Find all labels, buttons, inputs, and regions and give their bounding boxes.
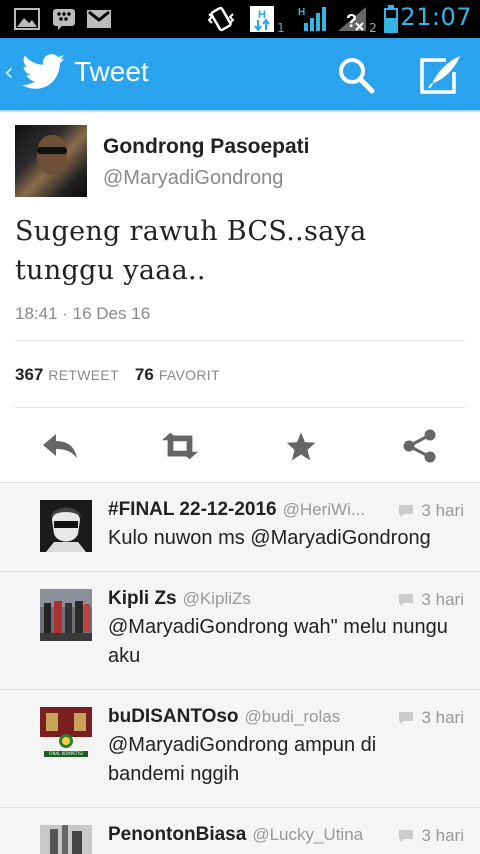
avatar[interactable] <box>40 500 92 552</box>
avatar[interactable] <box>40 589 92 641</box>
gmail-icon <box>86 5 112 33</box>
avatar[interactable]: FINAL KOMPETISI <box>40 707 92 759</box>
no-signal-icon: ? <box>336 5 368 33</box>
twitter-bird-icon[interactable] <box>21 54 66 90</box>
search-icon[interactable] <box>336 56 376 96</box>
network-type-label: H <box>258 9 266 21</box>
replies-list: #FINAL 22-12-2016 @HeriWi... 3 hari Kulo … <box>0 482 480 854</box>
tweet-text: Sugeng rawuh BCS..saya tunggu yaaa.. <box>15 216 367 286</box>
reply-time-label: 3 hari <box>421 501 464 520</box>
list-item[interactable]: PenontonBiasa @Lucky_Utina 3 hari <box>0 808 480 854</box>
retweet-icon[interactable] <box>160 426 200 466</box>
avatar[interactable] <box>40 825 92 854</box>
avatar-face <box>37 135 67 175</box>
download-icon: H <box>250 5 274 33</box>
reply-author: buDISANTOso @budi_rolas <box>108 706 340 728</box>
reply-bubble-icon <box>399 594 414 606</box>
reply-time-label: 3 hari <box>421 708 464 727</box>
retweet-count[interactable]: 367 <box>15 365 43 385</box>
reply-time: 3 hari <box>397 590 464 610</box>
reply-bubble-icon <box>399 830 414 842</box>
action-bar-shadow <box>0 110 480 113</box>
avatar-glasses <box>37 147 67 154</box>
reply-time: 3 hari <box>397 708 464 728</box>
reply-author-handle: @budi_rolas <box>244 707 341 726</box>
bbm-icon <box>52 5 76 33</box>
network-type-label-2: H <box>298 7 305 18</box>
list-item[interactable]: #FINAL 22-12-2016 @HeriWi... 3 hari Kulo … <box>0 483 480 572</box>
retweet-label[interactable]: RETWEET <box>48 367 119 383</box>
reply-author: #FINAL 22-12-2016 @HeriWi... <box>108 499 365 521</box>
reply-author-handle: @HeriWi... <box>282 500 366 519</box>
reply-time-label: 3 hari <box>421 590 464 609</box>
svg-text:?: ? <box>346 11 357 31</box>
reply-author: PenontonBiasa @Lucky_Utina <box>108 824 363 846</box>
tweet-stats: 367 RETWEET 76 FAVORIT <box>15 365 220 385</box>
status-clock: 21:07 <box>400 3 472 31</box>
author-name[interactable]: Gondrong Pasoepati <box>103 135 310 159</box>
chevron-left-icon[interactable]: ‹ <box>4 60 14 84</box>
share-icon[interactable] <box>400 426 440 466</box>
status-bar: H 1 H ? 2 21:07 <box>0 0 480 38</box>
avatar-caption: FINAL KOMPETISI <box>49 751 83 756</box>
compose-icon[interactable] <box>416 54 464 96</box>
reply-author-name: buDISANTOso <box>108 706 239 727</box>
favorite-label[interactable]: FAVORIT <box>159 367 220 383</box>
favorite-count[interactable]: 76 <box>135 365 154 385</box>
reply-time: 3 hari <box>397 501 464 521</box>
divider <box>15 340 465 341</box>
reply-author-name: Kipli Zs <box>108 588 177 609</box>
action-bar: ‹ Tweet <box>0 38 480 113</box>
tweet-actions <box>0 408 480 482</box>
battery-icon <box>382 5 400 33</box>
reply-author-handle: @Lucky_Utina <box>252 825 364 844</box>
page-title: Tweet <box>74 56 149 87</box>
favorite-icon[interactable] <box>281 426 321 466</box>
tweet-timestamp: 18:41 · 16 Des 16 <box>15 304 151 323</box>
reply-time: 3 hari <box>397 826 464 846</box>
reply-bubble-icon <box>399 712 414 724</box>
reply-text: @MaryadiGondrong ampun di bandemi nggih <box>108 734 377 785</box>
reply-author: Kipli Zs @KipliZs <box>108 588 251 610</box>
reply-bubble-icon <box>399 505 414 517</box>
signal-icon: H <box>296 5 330 33</box>
list-item[interactable]: FINAL KOMPETISI buDISANTOso @budi_rolas 3… <box>0 690 480 808</box>
reply-text: @MaryadiGondrong wah" melu nungu aku <box>108 616 448 667</box>
reply-author-handle: @KipliZs <box>182 589 251 608</box>
reply-icon[interactable] <box>40 426 80 466</box>
reply-time-label: 3 hari <box>421 826 464 845</box>
vibrate-icon <box>206 5 236 33</box>
author-handle[interactable]: @MaryadiGondrong <box>103 167 283 190</box>
reply-author-name: PenontonBiasa <box>108 824 247 845</box>
image-icon <box>14 5 40 33</box>
avatar[interactable] <box>15 125 87 197</box>
list-item[interactable]: Kipli Zs @KipliZs 3 hari @MaryadiGondrong… <box>0 572 480 690</box>
reply-author-name: #FINAL 22-12-2016 <box>108 499 277 520</box>
reply-text: Kulo nuwon ms @MaryadiGondrong <box>108 527 431 549</box>
